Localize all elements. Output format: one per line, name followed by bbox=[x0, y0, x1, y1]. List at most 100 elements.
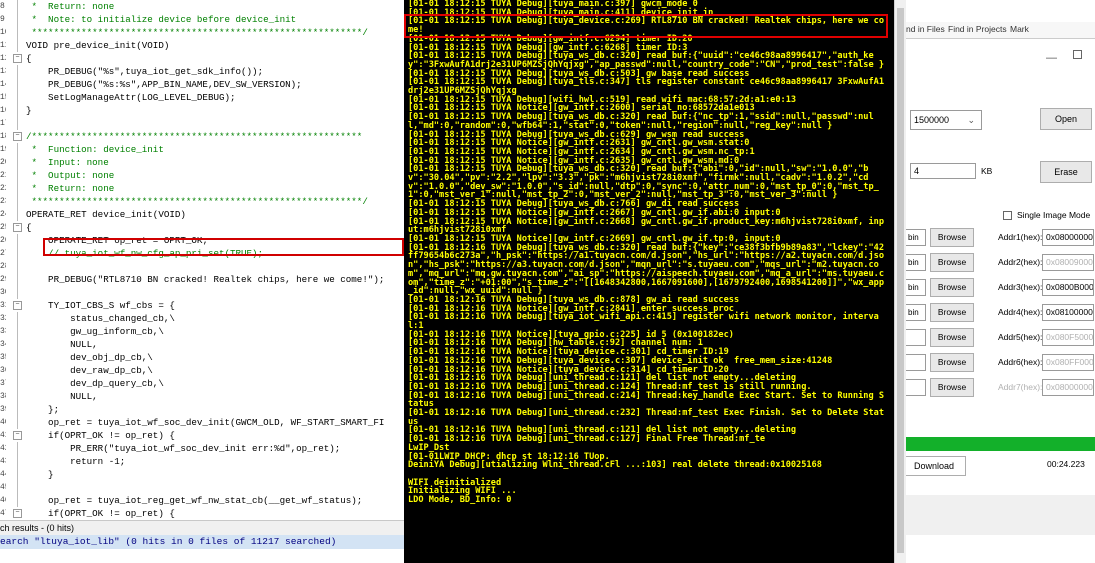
code-line[interactable]: 42 PR_ERR("tuya_iot_wf_soc_dev_init err:… bbox=[0, 442, 404, 455]
code-line[interactable]: 9 * Note: to initialize device before de… bbox=[0, 13, 404, 26]
code-line[interactable]: 32 status_changed_cb,\ bbox=[0, 312, 404, 325]
line-number: 39 bbox=[0, 405, 6, 414]
code-line[interactable]: 24 OPERATE_RET device_init(VOID) bbox=[0, 208, 404, 221]
line-number: 34 bbox=[0, 340, 6, 349]
code-line[interactable]: 30 bbox=[0, 286, 404, 299]
browse-button[interactable]: Browse bbox=[930, 378, 974, 397]
single-image-checkbox[interactable] bbox=[1003, 211, 1012, 220]
addr-input[interactable]: 0x080F5000 bbox=[1042, 329, 1094, 346]
code-line[interactable]: 29 PR_DEBUG("RTL8710 BN cracked! Realtek… bbox=[0, 273, 404, 286]
code-line[interactable]: 31− TY_IOT_CBS_S wf_cbs = { bbox=[0, 299, 404, 312]
tab-find-in-files[interactable]: nd in Files bbox=[906, 24, 945, 34]
minimize-icon[interactable]: — bbox=[1046, 52, 1057, 64]
code-editor[interactable]: 8 * Return: none 9 * Note: to initialize … bbox=[0, 0, 404, 563]
tab-mark[interactable]: Mark bbox=[1010, 24, 1029, 34]
browse-button[interactable]: Browse bbox=[930, 228, 974, 247]
code-line[interactable]: 39 }; bbox=[0, 403, 404, 416]
open-button[interactable]: Open bbox=[1040, 108, 1092, 130]
line-number: 38 bbox=[0, 392, 6, 401]
code-line[interactable]: 8 * Return: none bbox=[0, 0, 404, 13]
code-line[interactable]: 16} bbox=[0, 104, 404, 117]
fold-toggle-icon[interactable]: − bbox=[13, 301, 22, 310]
code-line[interactable]: 20 * Input: none bbox=[0, 156, 404, 169]
code-view[interactable]: 8 * Return: none 9 * Note: to initialize … bbox=[0, 0, 404, 520]
fold-toggle-icon[interactable]: − bbox=[13, 223, 22, 232]
code-line[interactable]: 14 PR_DEBUG("%s:%s",APP_BIN_NAME,DEV_SW_… bbox=[0, 78, 404, 91]
code-line[interactable]: 35 dev_obj_dp_cb,\ bbox=[0, 351, 404, 364]
code-line[interactable]: 41− if(OPRT_OK != op_ret) { bbox=[0, 429, 404, 442]
code-line[interactable]: 28 bbox=[0, 260, 404, 273]
search-result-line[interactable]: earch "ltuya_iot_lib" (0 hits in 0 files… bbox=[0, 535, 404, 549]
bin-path-input[interactable] bbox=[906, 379, 926, 396]
code-line[interactable]: 10 *************************************… bbox=[0, 26, 404, 39]
code-line[interactable]: 25−{ bbox=[0, 221, 404, 234]
addr-input[interactable]: 0x08000000 bbox=[1042, 229, 1094, 246]
browse-button[interactable]: Browse bbox=[930, 328, 974, 347]
browse-button[interactable]: Browse bbox=[930, 278, 974, 297]
addr-input[interactable]: 0x08100000 bbox=[1042, 304, 1094, 321]
search-results-header[interactable]: ch results - (0 hits) bbox=[0, 520, 404, 535]
bin-path-input[interactable] bbox=[906, 354, 926, 371]
bin-path-input[interactable] bbox=[906, 329, 926, 346]
code-line[interactable]: 40 op_ret = tuya_iot_wf_soc_dev_init(GWC… bbox=[0, 416, 404, 429]
code-line[interactable]: 12−{ bbox=[0, 52, 404, 65]
code-line[interactable]: 45 bbox=[0, 481, 404, 494]
fold-guide bbox=[17, 65, 18, 78]
erase-button[interactable]: Erase bbox=[1040, 161, 1092, 183]
code-line[interactable]: 17 bbox=[0, 117, 404, 130]
tab-find-in-projects[interactable]: Find in Projects bbox=[948, 24, 1007, 34]
bin-path-input[interactable]: bin bbox=[906, 254, 926, 271]
line-number: 43 bbox=[0, 457, 6, 466]
code-line[interactable]: 37 dev_dp_query_cb,\ bbox=[0, 377, 404, 390]
addr-input[interactable]: 0x080FF000 bbox=[1042, 354, 1094, 371]
fold-guide bbox=[17, 403, 18, 416]
fold-guide bbox=[17, 481, 18, 494]
code-line[interactable]: 22 * Return: none bbox=[0, 182, 404, 195]
browse-button[interactable]: Browse bbox=[930, 303, 974, 322]
code-line[interactable]: 23 *************************************… bbox=[0, 195, 404, 208]
progress-fill bbox=[906, 437, 1095, 451]
code-line[interactable]: 36 dev_raw_dp_cb,\ bbox=[0, 364, 404, 377]
code-line[interactable]: 13 PR_DEBUG("%s",tuya_iot_get_sdk_info()… bbox=[0, 65, 404, 78]
code-line[interactable]: 19 * Function: device_init bbox=[0, 143, 404, 156]
erase-size-input[interactable]: 4 bbox=[910, 163, 976, 179]
addr-input[interactable]: 0x08009000 bbox=[1042, 254, 1094, 271]
bin-path-input[interactable]: bin bbox=[906, 304, 926, 321]
code-line[interactable]: 38 NULL, bbox=[0, 390, 404, 403]
code-line[interactable]: 11 VOID pre_device_init(VOID) bbox=[0, 39, 404, 52]
code-line[interactable]: 18−/************************************… bbox=[0, 130, 404, 143]
addr-input[interactable]: 0x0800B000 bbox=[1042, 279, 1094, 296]
fold-guide bbox=[17, 377, 18, 390]
fold-guide bbox=[17, 143, 18, 156]
line-number: 9 bbox=[0, 15, 5, 24]
fold-toggle-icon[interactable]: − bbox=[13, 431, 22, 440]
browse-button[interactable]: Browse bbox=[930, 253, 974, 272]
code-line[interactable]: 43 return -1; bbox=[0, 455, 404, 468]
serial-terminal[interactable]: [01-01 18:12:15 TUYA Debug][tuya_main.c:… bbox=[404, 0, 894, 563]
tool-log-area[interactable] bbox=[906, 495, 1095, 535]
download-button[interactable]: Download bbox=[906, 456, 966, 476]
erase-unit-label: KB bbox=[981, 166, 993, 176]
fold-toggle-icon[interactable]: − bbox=[13, 132, 22, 141]
code-line[interactable]: 46 op_ret = tuya_iot_reg_get_wf_nw_stat_… bbox=[0, 494, 404, 507]
baud-rate-select[interactable]: 1500000 ⌄ bbox=[910, 110, 982, 130]
bin-path-input[interactable]: bin bbox=[906, 279, 926, 296]
code-line[interactable]: 15 SetLogManageAttr(LOG_LEVEL_DEBUG); bbox=[0, 91, 404, 104]
line-number: 36 bbox=[0, 366, 6, 375]
bin-path-input[interactable]: bin bbox=[906, 229, 926, 246]
fold-toggle-icon[interactable]: − bbox=[13, 509, 22, 518]
fold-guide bbox=[17, 364, 18, 377]
scrollbar-thumb[interactable] bbox=[897, 8, 904, 553]
code-line[interactable]: 33 gw_ug_inform_cb,\ bbox=[0, 325, 404, 338]
fold-guide bbox=[17, 78, 18, 91]
code-line[interactable]: 34 NULL, bbox=[0, 338, 404, 351]
fold-guide bbox=[17, 247, 18, 260]
code-line[interactable]: 44 } bbox=[0, 468, 404, 481]
code-line[interactable]: 47− if(OPRT_OK != op_ret) { bbox=[0, 507, 404, 520]
maximize-icon[interactable] bbox=[1073, 50, 1082, 59]
addr-input[interactable]: 0x08000000 bbox=[1042, 379, 1094, 396]
code-line[interactable]: 21 * Output: none bbox=[0, 169, 404, 182]
line-number: 33 bbox=[0, 327, 6, 336]
fold-toggle-icon[interactable]: − bbox=[13, 54, 22, 63]
browse-button[interactable]: Browse bbox=[930, 353, 974, 372]
